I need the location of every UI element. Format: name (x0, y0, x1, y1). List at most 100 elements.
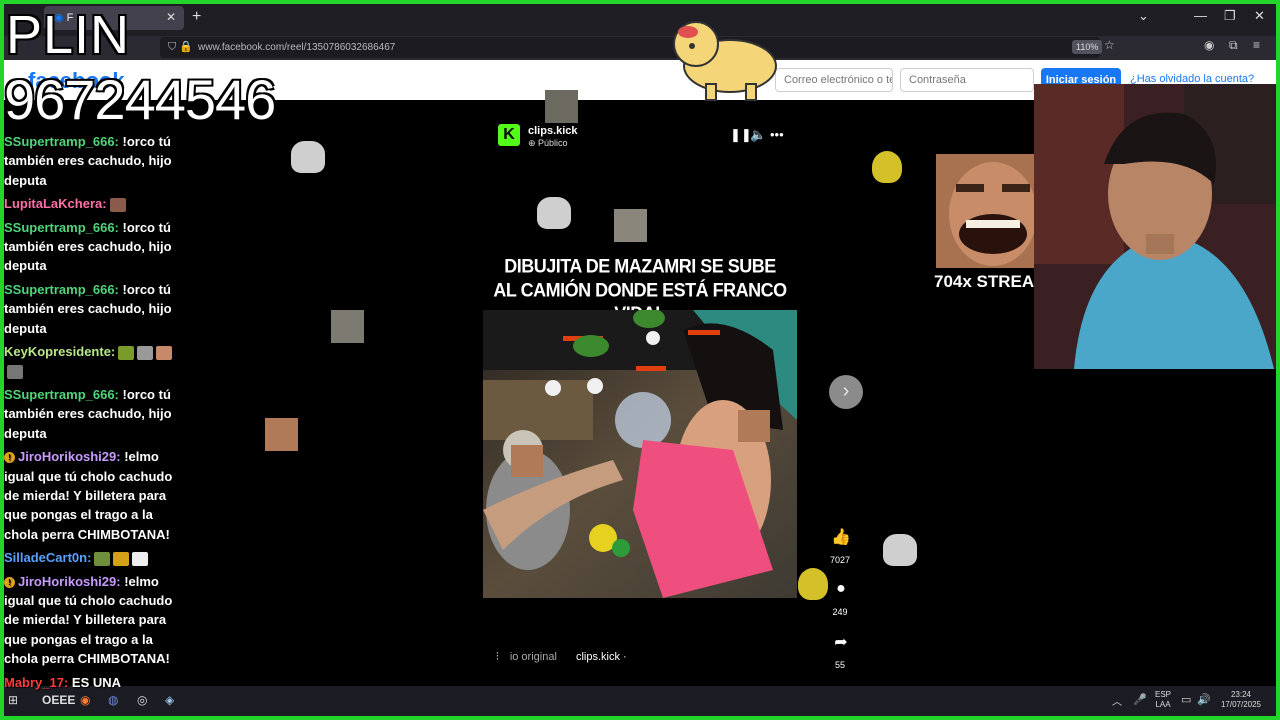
chat-username[interactable]: JiroHorikoshi29: (18, 574, 121, 589)
chat-message: ! JiroHorikoshi29: !elmo igual que tú cho… (4, 447, 190, 544)
microphone-icon[interactable]: 🎤 (1133, 693, 1147, 706)
audio-label: io original (509, 651, 557, 663)
chat-text: ES UNA (68, 674, 122, 690)
windows-taskbar: ⊞ OEEE ◉ ◍ ◎ ◈ ︿ 🎤 ESP LAA ▭ 🔊 23:24 17/… (0, 686, 1280, 716)
like-count: 7027 (829, 555, 851, 565)
comment-icon[interactable]: ● (829, 580, 853, 598)
browser-tab-bar: ◉ F ✕ + ⌄ — ❐ ✕ (0, 0, 1280, 36)
chat-message: Mabry_17: ES UNA (4, 673, 190, 692)
clock-date: 17/07/2025 (1220, 700, 1262, 709)
plin-number: 967244546 (4, 68, 276, 131)
subscriber-badge-icon: ! (4, 452, 15, 464)
restore-icon[interactable]: ❐ (1224, 8, 1236, 24)
reel-video[interactable] (483, 310, 797, 598)
chat-message: KeyKopresidente: (4, 342, 190, 381)
new-tab-icon[interactable]: + (192, 8, 201, 26)
laughing-face-icon (936, 154, 1050, 268)
chat-emote-icon (137, 345, 154, 360)
tab-list-chevron-icon[interactable]: ⌄ (1138, 8, 1149, 24)
tray-chevron-icon[interactable]: ︿ (1112, 693, 1122, 708)
chat-message: SSupertramp_666: !orco tú también eres c… (4, 132, 190, 190)
chat-emote-icon (118, 345, 135, 360)
chat-message: SSupertramp_666: !orco tú también eres c… (4, 280, 190, 338)
audio-credit[interactable]: ⫶ io original clips.kick · (496, 651, 627, 664)
stream-screen: ◉ F ✕ + ⌄ — ❐ ✕ ⛉ 🔒 www.facebook.com/ree… (0, 0, 1280, 720)
chat-message: SSupertramp_666: !orco tú también eres c… (4, 385, 190, 443)
pause-icon[interactable]: ❚❚ (730, 127, 752, 143)
zoom-indicator[interactable]: 110% (1072, 40, 1103, 54)
speaker-icon[interactable]: 🔊 (1197, 693, 1211, 706)
chat-emote-icon (156, 345, 173, 360)
photo-emote (614, 209, 647, 242)
chat-emote-icon (113, 551, 130, 566)
bird-emote (798, 568, 828, 600)
account-icon[interactable]: ◉ (1204, 38, 1214, 52)
chat-username[interactable]: SSupertramp_666: (4, 282, 119, 297)
url-text: www.facebook.com/reel/1350786032686467 (198, 42, 396, 53)
bookmark-star-icon[interactable]: ☆ (1104, 38, 1115, 52)
extensions-icon[interactable]: ⧉ (1229, 38, 1238, 53)
chat-username[interactable]: Mabry_17: (4, 675, 68, 690)
chat-username[interactable]: SSupertramp_666: (4, 220, 119, 235)
dog-mascot-emote (666, 14, 786, 104)
photo-emote (331, 310, 364, 343)
caption-line-1: DIBUJITA DE MAZAMRI SE SUBE (504, 255, 776, 278)
photo-emote (545, 90, 578, 123)
clock[interactable]: 23:24 17/07/2025 (1216, 690, 1266, 710)
chat-username[interactable]: LupitaLaKchera: (4, 196, 107, 211)
more-options-icon[interactable]: ••• (770, 127, 784, 142)
password-field[interactable]: Contraseña (900, 68, 1034, 92)
shield-lock-icon: ⛉ 🔒 (168, 41, 194, 53)
plin-label: PLIN (6, 5, 131, 65)
lang-top: ESP (1154, 690, 1171, 699)
streamer-webcam-image (1034, 84, 1280, 369)
visibility-label: ⊕ Público (528, 138, 568, 149)
video-frame-image (483, 310, 797, 598)
window-close-icon[interactable]: ✕ (1254, 8, 1265, 24)
language-indicator[interactable]: ESP LAA (1154, 690, 1172, 710)
audio-wave-icon: ⫶ (496, 651, 502, 663)
like-icon[interactable]: 👍 (829, 527, 853, 547)
email-field[interactable]: Correo electrónico o teléfono (775, 68, 893, 92)
network-icon[interactable]: ▭ (1181, 693, 1191, 706)
streak-face-image (936, 154, 1050, 268)
clock-time: 23:24 (1230, 690, 1252, 699)
chat-username[interactable]: SSupertramp_666: (4, 134, 119, 149)
cat-emote (883, 534, 917, 566)
chat-username[interactable]: KeyKopresidente: (4, 344, 115, 359)
chat-username[interactable]: SSupertramp_666: (4, 387, 119, 402)
lang-bottom: LAA (1155, 700, 1171, 709)
streak-label: 704x STREAK (934, 272, 1047, 291)
next-reel-button[interactable]: › (829, 375, 863, 409)
chat-panel: SSupertramp_666: !orco tú también eres c… (4, 132, 190, 696)
visibility-text: Público (538, 138, 568, 148)
share-icon[interactable]: ➦ (829, 632, 853, 652)
channel-name[interactable]: clips.kick (528, 125, 578, 137)
minimize-icon[interactable]: — (1194, 8, 1207, 23)
chat-emote-icon (109, 197, 126, 212)
subscriber-badge-icon: ! (4, 576, 15, 588)
channel-logo[interactable]: K (498, 124, 520, 146)
menu-icon[interactable]: ≡ (1253, 38, 1260, 52)
chat-message: ! JiroHorikoshi29: !elmo igual que tú cho… (4, 572, 190, 669)
chat-emote-icon (132, 551, 149, 566)
volume-icon[interactable]: 🔈 (750, 127, 766, 143)
chat-emote-icon (94, 551, 111, 566)
url-bar[interactable]: ⛉ 🔒 www.facebook.com/reel/13507860326864… (160, 37, 1100, 58)
chat-username[interactable]: JiroHorikoshi29: (18, 449, 121, 464)
tab-close-icon[interactable]: ✕ (166, 10, 176, 24)
bird-emote (872, 151, 902, 183)
globe-icon: ⊕ (528, 138, 539, 148)
dog-icon (673, 21, 777, 101)
cat-emote (291, 141, 325, 173)
chat-message: SSupertramp_666: !orco tú también eres c… (4, 218, 190, 276)
chat-emote-icon (7, 365, 23, 380)
cat-emote (537, 197, 571, 229)
chat-message: LupitaLaKchera: (4, 194, 190, 213)
chat-username[interactable]: SilladeCart0n: (4, 550, 91, 565)
audio-channel: clips.kick · (575, 651, 627, 663)
face-emote (265, 418, 298, 451)
share-count: 55 (834, 660, 845, 670)
comment-count: 249 (832, 607, 848, 617)
webcam-feed (1034, 84, 1280, 369)
